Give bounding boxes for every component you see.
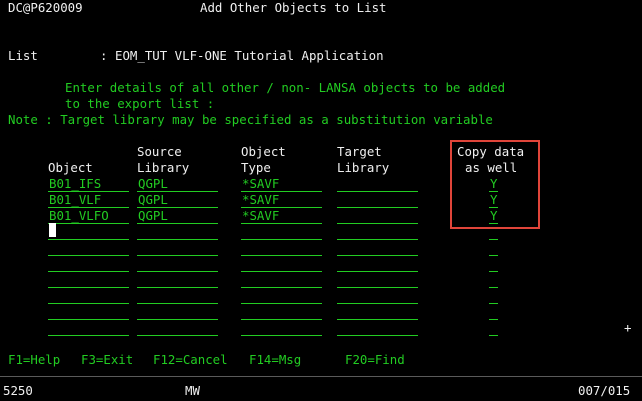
- type-field[interactable]: [241, 272, 322, 288]
- source-field[interactable]: [137, 272, 218, 288]
- status-mode: MW: [185, 383, 200, 398]
- object-field[interactable]: [48, 256, 129, 272]
- list-label: List: [8, 48, 38, 63]
- copy-field[interactable]: [489, 256, 498, 272]
- source-field[interactable]: [137, 224, 218, 240]
- copy-field[interactable]: [489, 272, 498, 288]
- text-cursor: [49, 223, 56, 237]
- type-field[interactable]: [241, 320, 322, 336]
- more-indicator: +: [624, 320, 632, 335]
- copy-field[interactable]: [489, 304, 498, 320]
- target-field[interactable]: [337, 256, 418, 272]
- object-field[interactable]: B01_VLFO: [48, 208, 129, 224]
- object-field[interactable]: [48, 272, 129, 288]
- source-field[interactable]: QGPL: [137, 208, 218, 224]
- source-field[interactable]: QGPL: [137, 176, 218, 192]
- fkey-find[interactable]: F20=Find: [345, 352, 405, 368]
- list-separator: :: [100, 48, 108, 63]
- screen-title: Add Other Objects to List: [200, 0, 387, 15]
- column-type-line1: Object: [241, 144, 286, 159]
- object-field[interactable]: [48, 288, 129, 304]
- instruction-line-1: Enter details of all other / non- LANSA …: [65, 80, 506, 95]
- object-field[interactable]: B01_IFS: [48, 176, 129, 192]
- target-field[interactable]: [337, 208, 418, 224]
- column-type-line2: Type: [241, 160, 271, 175]
- session-id: DC@P620009: [8, 0, 83, 15]
- status-terminal-type: 5250: [3, 383, 33, 398]
- copy-field[interactable]: [489, 320, 498, 336]
- note-line: Note : Target library may be specified a…: [8, 112, 493, 127]
- source-field[interactable]: [137, 288, 218, 304]
- target-field[interactable]: [337, 240, 418, 256]
- copy-data-highlight-box: [450, 140, 540, 229]
- copy-field[interactable]: [489, 240, 498, 256]
- object-field[interactable]: [48, 224, 129, 240]
- status-cursor-position: 007/015: [578, 383, 631, 398]
- fkey-help[interactable]: F1=Help: [8, 352, 60, 368]
- fkey-msg[interactable]: F14=Msg: [249, 352, 301, 368]
- object-field[interactable]: [48, 304, 129, 320]
- source-field[interactable]: [137, 320, 218, 336]
- type-field[interactable]: [241, 224, 322, 240]
- target-field[interactable]: [337, 304, 418, 320]
- target-field[interactable]: [337, 272, 418, 288]
- target-field[interactable]: [337, 288, 418, 304]
- object-field[interactable]: [48, 240, 129, 256]
- type-field[interactable]: *SAVF: [241, 176, 322, 192]
- target-field[interactable]: [337, 192, 418, 208]
- type-field[interactable]: [241, 288, 322, 304]
- target-field[interactable]: [337, 320, 418, 336]
- type-field[interactable]: [241, 304, 322, 320]
- target-field[interactable]: [337, 224, 418, 240]
- object-field[interactable]: [48, 320, 129, 336]
- type-field[interactable]: *SAVF: [241, 192, 322, 208]
- object-field[interactable]: B01_VLF: [48, 192, 129, 208]
- fkey-cancel[interactable]: F12=Cancel: [153, 352, 228, 368]
- type-field[interactable]: *SAVF: [241, 208, 322, 224]
- instruction-line-2: to the export list :: [65, 96, 215, 111]
- source-field[interactable]: [137, 304, 218, 320]
- source-field[interactable]: QGPL: [137, 192, 218, 208]
- column-source-line1: Source: [137, 144, 182, 159]
- column-target-line2: Library: [337, 160, 390, 175]
- list-name: EOM_TUT VLF-ONE Tutorial Application: [115, 48, 384, 63]
- type-field[interactable]: [241, 256, 322, 272]
- fkey-exit[interactable]: F3=Exit: [81, 352, 133, 368]
- column-target-line1: Target: [337, 144, 382, 159]
- source-field[interactable]: [137, 240, 218, 256]
- type-field[interactable]: [241, 240, 322, 256]
- column-source-line2: Library: [137, 160, 190, 175]
- source-field[interactable]: [137, 256, 218, 272]
- status-bar: 5250 MW 007/015: [0, 376, 642, 401]
- column-object-header: Object: [48, 160, 93, 175]
- copy-field[interactable]: [489, 288, 498, 304]
- target-field[interactable]: [337, 176, 418, 192]
